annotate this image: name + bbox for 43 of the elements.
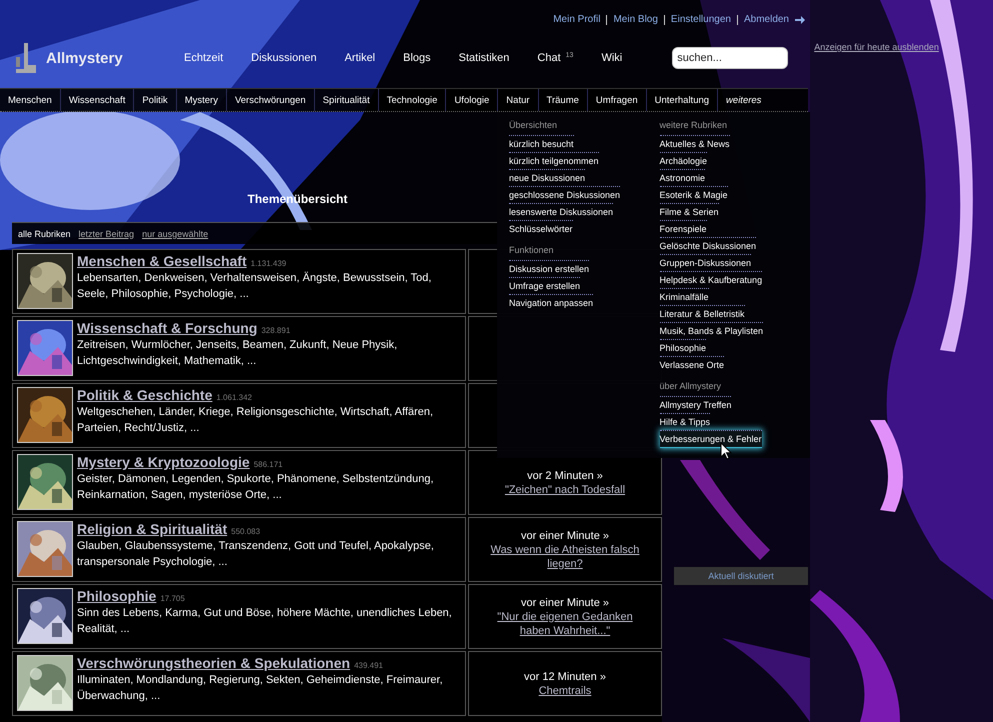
post-count: 1.131.439 — [250, 259, 286, 268]
topic-description: Zeitreisen, Wurmlöcher, Jenseits, Beamen, Zukunft, Neue Physik, Lichtgeschwindigkeit, Mathematik, ... — [77, 338, 398, 369]
menu-item[interactable]: Diskussion erstellen — [509, 260, 590, 277]
post-count: 550.083 — [231, 527, 260, 536]
post-count: 439.491 — [354, 661, 383, 670]
topic-description: Sinn des Lebens, Karma, Gut und Böse, höhere Mächte, unendliches Leben, Realität, ... — [77, 606, 453, 637]
menu-item[interactable]: Verlassene Orte — [660, 356, 724, 373]
topic-description: Glauben, Glaubenssysteme, Transzendenz, Gott und Teufel, Apokalypse, transpersonale Psychologie, ... — [77, 539, 435, 570]
menu-item[interactable]: Navigation anpassen — [509, 294, 594, 311]
topic-description: Illuminaten, Mondlandung, Regierung, Sekten, Geheimdienste, Freimaurer, Überwachung, ... — [77, 673, 444, 704]
menu-item[interactable]: Kriminalfälle — [660, 288, 709, 305]
menu-item[interactable]: Allmystery Treffen — [660, 396, 732, 413]
menu-item[interactable]: Philosophie — [660, 339, 706, 356]
menu-item[interactable]: Umfrage erstellen — [509, 277, 580, 294]
aktuell-button[interactable]: Aktuell diskutiert — [674, 567, 808, 585]
post-link[interactable]: Was wenn die Atheisten falsch liegen? — [483, 542, 647, 570]
topic-description: Lebensarten, Denkweisen, Verhaltensweisen, Ängste, Bewusstsein, Tod, Seele, Philosophie, Psychologie, ... — [77, 270, 432, 302]
topic-title[interactable]: Philosophie — [77, 588, 156, 604]
topic-title[interactable]: Politik & Geschichte — [77, 387, 212, 403]
post-count: 586.171 — [254, 460, 283, 469]
menu-item[interactable]: Helpdesk & Kaufberatung — [660, 271, 762, 288]
topic-title[interactable]: Wissenschaft & Forschung — [77, 320, 258, 336]
topic-title[interactable]: Mystery & Kryptozoologie — [77, 454, 250, 470]
post-time: vor 2 Minuten » — [527, 468, 603, 482]
menu-item[interactable]: Verbesserungen & Fehler — [660, 430, 762, 448]
topic-title[interactable]: Religion & Spiritualität — [77, 521, 228, 537]
topic-description: Weltgeschehen, Länder, Kriege, Religionsgeschichte, Wirtschaft, Affären, Parteien, Recht/Justiz, ... — [77, 405, 434, 436]
post-time: vor 12 Minuten » — [524, 670, 606, 684]
post-count: 1.061.342 — [216, 393, 252, 402]
topic-title[interactable]: Menschen & Gesellschaft — [77, 253, 247, 269]
post-time: vor einer Minute » — [520, 528, 610, 542]
post-count: 328.891 — [261, 326, 290, 335]
menu-item[interactable]: Musik, Bands & Playlisten — [660, 322, 764, 339]
menu-heading: über Allmystery — [660, 380, 722, 393]
post-count: 17.705 — [160, 594, 185, 603]
post-link[interactable]: "Zeichen" nach Todesfall — [504, 482, 626, 496]
topic-title[interactable]: Verschwörungstheorien & Spekulationen — [77, 655, 350, 671]
menu-item[interactable]: Gruppen-Diskussionen — [660, 254, 752, 271]
post-link[interactable]: Chemtrails — [538, 684, 592, 698]
post-time: vor einer Minute » — [520, 596, 610, 610]
menu-item[interactable]: Literatur & Belletristik — [660, 305, 745, 322]
post-link[interactable]: "Nur die eigenen Gedanken haben Wahrheit..." — [483, 610, 647, 638]
topic-description: Geister, Dämonen, Legenden, Spukorte, Phänomene, Selbstentzündung, Reinkarnation, Sagen, mysteriöse Orte, ... — [77, 472, 435, 503]
